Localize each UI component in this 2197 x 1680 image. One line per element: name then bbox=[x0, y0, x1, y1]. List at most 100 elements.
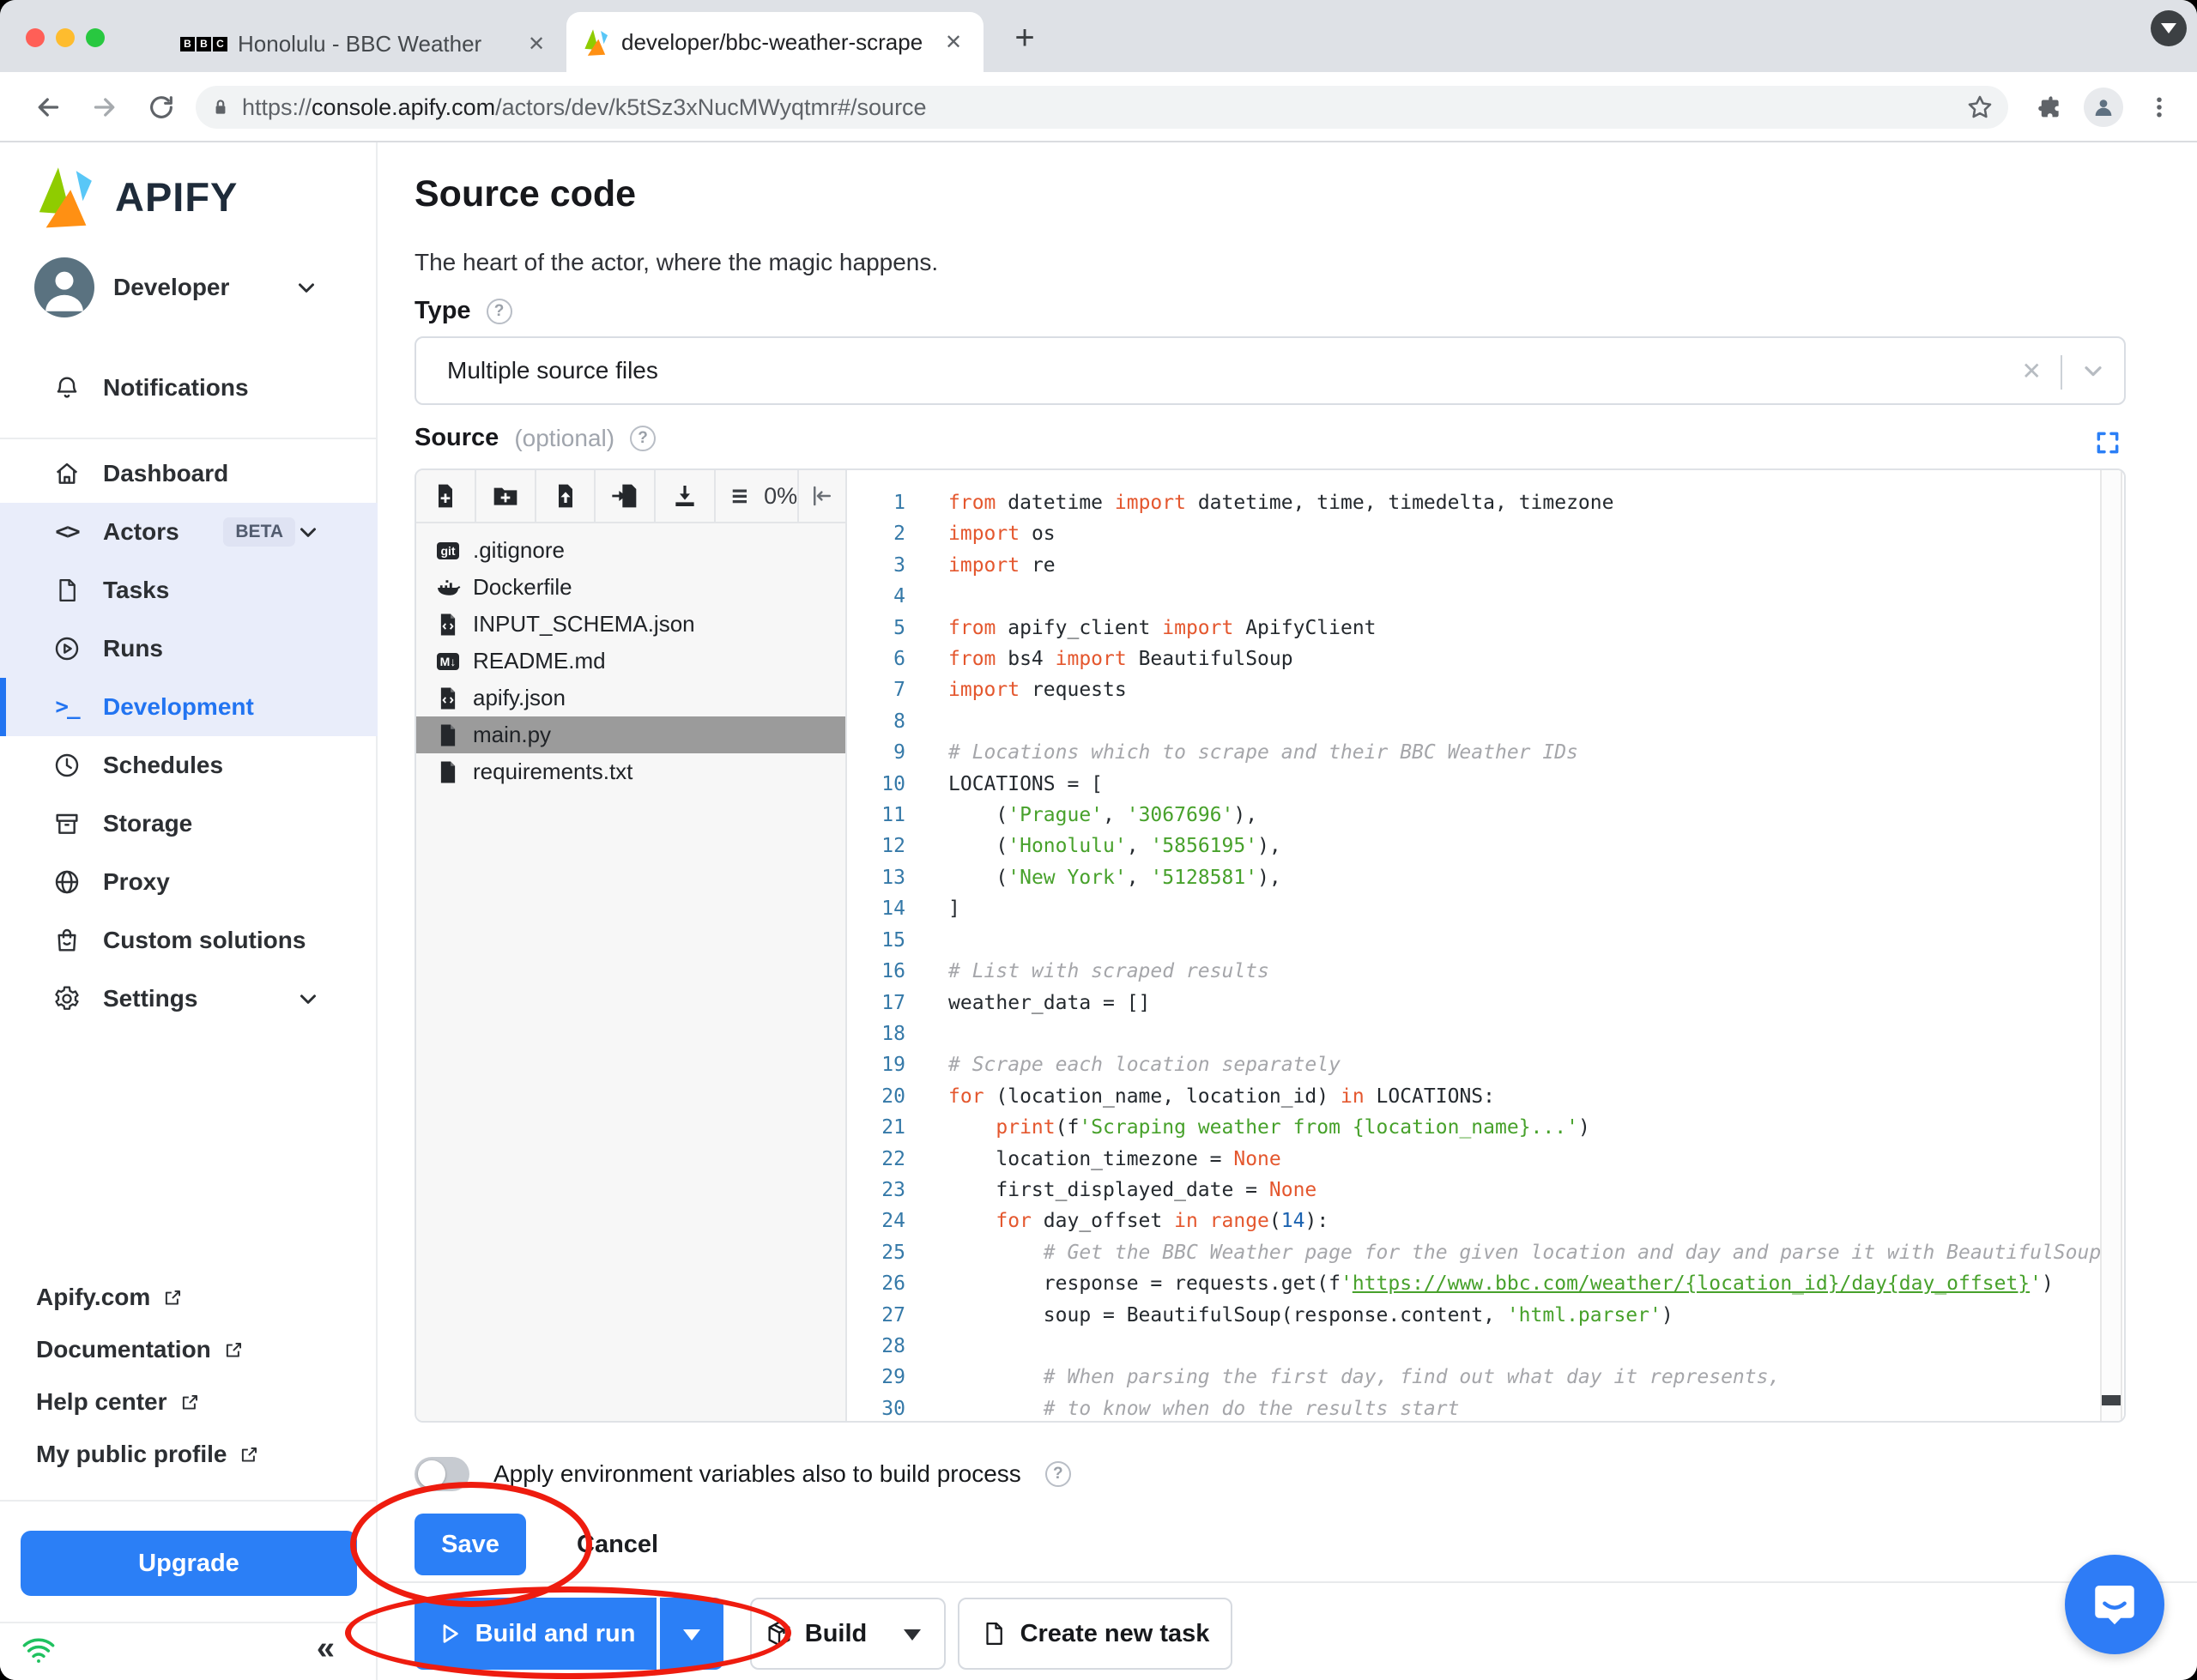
sidebar-item-proxy[interactable]: Proxy bbox=[0, 853, 378, 911]
file-item-readme-md[interactable]: M↓ README.md bbox=[416, 643, 845, 680]
account-switcher[interactable]: Developer bbox=[34, 257, 343, 317]
sidebar-link-help-center[interactable]: Help center bbox=[36, 1388, 202, 1416]
sidebar-item-settings[interactable]: Settings bbox=[0, 970, 378, 1028]
new-folder-button[interactable] bbox=[476, 470, 536, 522]
chevron-down-icon[interactable] bbox=[2079, 357, 2107, 384]
code-line: 20 for (location_name, location_id) in LO… bbox=[847, 1081, 2124, 1112]
collapse-left-icon bbox=[814, 486, 832, 506]
sidebar-link-apify-com[interactable]: Apify.com bbox=[36, 1284, 185, 1311]
minimize-window-button[interactable] bbox=[56, 28, 75, 47]
file-name: .gitignore bbox=[473, 537, 565, 563]
editor-scrollbar[interactable] bbox=[2100, 470, 2122, 1421]
clear-selection-icon[interactable] bbox=[2022, 357, 2042, 385]
zoom-control[interactable]: 0% bbox=[716, 470, 797, 522]
sidebar-item-dashboard[interactable]: Dashboard bbox=[0, 444, 378, 503]
chat-widget-button[interactable] bbox=[2065, 1555, 2164, 1654]
new-file-button[interactable] bbox=[416, 470, 476, 522]
select-divider bbox=[2061, 355, 2062, 390]
browser-tab-apify-console[interactable]: developer/bbc-weather-scrape bbox=[566, 12, 984, 72]
tab-search-button[interactable] bbox=[2151, 10, 2187, 46]
close-tab-icon[interactable] bbox=[939, 27, 968, 57]
sidebar-item-label: Notifications bbox=[103, 374, 249, 401]
sidebar-item-notifications[interactable]: Notifications bbox=[0, 359, 378, 417]
sidebar-item-label: Runs bbox=[103, 635, 163, 662]
help-icon[interactable] bbox=[630, 425, 657, 451]
env-variables-toggle[interactable] bbox=[415, 1457, 469, 1491]
window-controls[interactable] bbox=[26, 28, 116, 51]
link-label: Documentation bbox=[36, 1336, 211, 1363]
file-item-requirements-txt[interactable]: requirements.txt bbox=[416, 753, 845, 790]
sidebar-item-tasks[interactable]: Tasks bbox=[0, 561, 378, 619]
help-icon[interactable] bbox=[1044, 1461, 1071, 1487]
build-and-run-button[interactable]: Build and run bbox=[415, 1598, 657, 1670]
file-item-main-py[interactable]: main.py bbox=[416, 716, 845, 753]
zoom-window-button[interactable] bbox=[86, 28, 105, 47]
code-line: 12 ('Honolulu', '5856195'), bbox=[847, 831, 2124, 861]
chevron-down-icon bbox=[295, 519, 321, 545]
code-editor[interactable]: 1 from datetime import datetime, time, ti… bbox=[847, 470, 2124, 1421]
line-number: 30 bbox=[881, 1397, 905, 1420]
back-button[interactable] bbox=[27, 87, 69, 128]
new-task-file-icon bbox=[985, 1623, 1002, 1645]
save-button[interactable]: Save bbox=[415, 1514, 526, 1575]
file-item-gitignore[interactable]: git .gitignore bbox=[416, 532, 845, 569]
upgrade-button[interactable]: Upgrade bbox=[21, 1531, 357, 1596]
file-item-dockerfile[interactable]: Dockerfile bbox=[416, 569, 845, 606]
collapse-sidebar-button[interactable] bbox=[317, 1630, 335, 1667]
source-type-select[interactable]: Multiple source files bbox=[415, 336, 2126, 405]
download-icon bbox=[675, 486, 694, 506]
code-line: 21 print(f'Scraping weather from {locati… bbox=[847, 1112, 2124, 1143]
code-line: 29 # When parsing the first day, find ou… bbox=[847, 1362, 2124, 1393]
sidebar-item-storage[interactable]: Storage bbox=[0, 795, 378, 853]
build-button[interactable]: Build bbox=[750, 1598, 882, 1670]
address-bar[interactable]: https://console.apify.com/actors/dev/k5t… bbox=[196, 86, 2008, 129]
bookmark-star-icon[interactable] bbox=[1965, 93, 1994, 122]
line-number: 4 bbox=[893, 585, 905, 608]
sidebar-item-runs[interactable]: Runs bbox=[0, 619, 378, 678]
close-window-button[interactable] bbox=[26, 28, 45, 47]
collapse-file-pane-button[interactable] bbox=[797, 470, 845, 522]
apify-logo[interactable]: APIFY bbox=[33, 163, 238, 230]
line-number: 22 bbox=[881, 1147, 905, 1170]
sidebar-item-custom-solutions[interactable]: Custom solutions bbox=[0, 911, 378, 970]
sidebar-item-actors[interactable]: <> Actors BETA bbox=[0, 503, 378, 561]
sidebar-link-documentation[interactable]: Documentation bbox=[36, 1336, 245, 1363]
line-number: 15 bbox=[881, 928, 905, 952]
code-line: 19 # Scrape each location separately bbox=[847, 1049, 2124, 1080]
line-number: 11 bbox=[881, 804, 905, 827]
line-number: 29 bbox=[881, 1366, 905, 1389]
source-label: Source bbox=[415, 424, 499, 451]
help-icon[interactable] bbox=[486, 298, 512, 324]
new-tab-button[interactable] bbox=[1002, 15, 1047, 60]
file-item-apify-json[interactable]: apify.json bbox=[416, 680, 845, 716]
build-options-button[interactable] bbox=[881, 1598, 946, 1670]
reload-button[interactable] bbox=[141, 87, 182, 128]
browser-tab-bbc-weather[interactable]: Honolulu - BBC Weather bbox=[168, 19, 563, 69]
sidebar-item-development[interactable]: >_ Development bbox=[0, 678, 378, 736]
sidebar-item-schedules[interactable]: Schedules bbox=[0, 736, 378, 795]
line-number: 25 bbox=[881, 1241, 905, 1264]
browser-profile-button[interactable] bbox=[2084, 88, 2123, 127]
line-number: 23 bbox=[881, 1178, 905, 1201]
fullscreen-icon[interactable] bbox=[2094, 429, 2121, 456]
editor-scrollbar-handle[interactable] bbox=[2102, 1395, 2121, 1405]
import-file-button[interactable] bbox=[596, 470, 657, 522]
sidebar-link-my-public-profile[interactable]: My public profile bbox=[36, 1441, 261, 1468]
lock-icon bbox=[215, 100, 226, 114]
browser-menu-button[interactable] bbox=[2139, 87, 2180, 128]
create-new-task-button[interactable]: Create new task bbox=[958, 1598, 1232, 1670]
line-number: 20 bbox=[881, 1085, 905, 1108]
upload-file-button[interactable] bbox=[536, 470, 596, 522]
cancel-button[interactable]: Cancel bbox=[554, 1514, 681, 1575]
connection-status-icon bbox=[22, 1638, 55, 1663]
file-item-input-schema-json[interactable]: INPUT_SCHEMA.json bbox=[416, 606, 845, 643]
link-label: Apify.com bbox=[36, 1284, 151, 1310]
download-button[interactable] bbox=[656, 470, 717, 522]
build-and-run-options-button[interactable] bbox=[658, 1598, 723, 1670]
close-tab-icon[interactable] bbox=[522, 29, 551, 58]
sidebar-divider bbox=[0, 1500, 376, 1502]
forward-button[interactable] bbox=[84, 87, 125, 128]
code-line: 8 bbox=[847, 706, 2124, 737]
toggle-knob bbox=[418, 1460, 445, 1488]
extensions-button[interactable] bbox=[2029, 87, 2070, 128]
